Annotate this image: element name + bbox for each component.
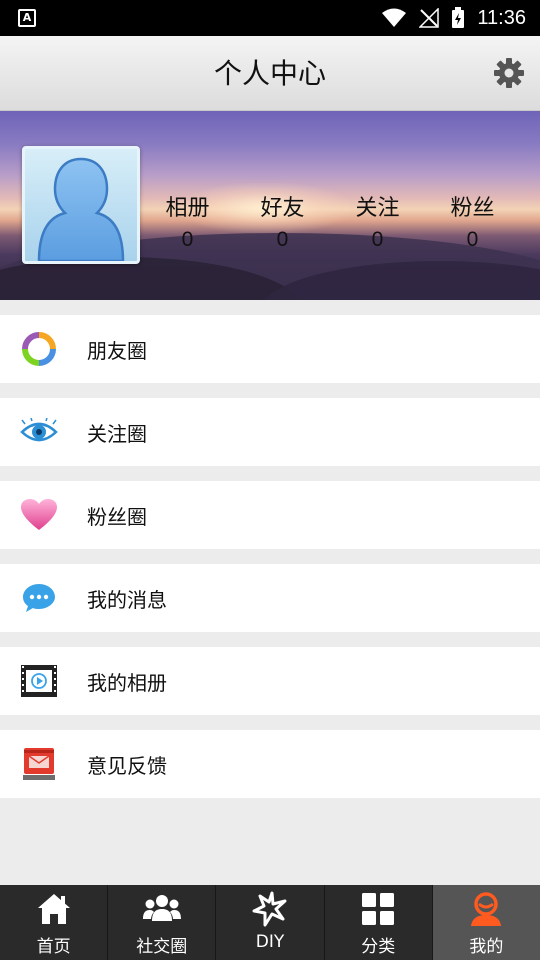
menu-item-following-circle[interactable]: 关注圈 (0, 398, 540, 466)
tab-label: 我的 (469, 937, 504, 957)
tab-mine[interactable]: 我的 (432, 885, 540, 960)
clock: 11:36 (477, 6, 526, 29)
avatar[interactable] (22, 146, 140, 264)
menu-item-moments[interactable]: 朋友圈 (0, 315, 540, 383)
no-signal-icon (419, 8, 440, 28)
tab-label: 分类 (361, 937, 396, 957)
stat-label: 粉丝 (450, 196, 495, 221)
tab-label: 首页 (36, 937, 71, 957)
grid-icon (359, 890, 397, 928)
heart-icon (19, 495, 59, 535)
menu-item-feedback[interactable]: 意见反馈 (0, 730, 540, 798)
stat-value: 0 (276, 228, 289, 251)
eye-icon (19, 412, 59, 452)
menu-item-fans-circle[interactable]: 粉丝圈 (0, 481, 540, 549)
stat-value: 0 (181, 228, 194, 251)
tab-label: 社交圈 (136, 937, 188, 957)
home-icon (35, 890, 73, 928)
profile-banner: 相册 0 好友 0 关注 0 粉丝 0 (0, 111, 540, 300)
group-icon (142, 890, 181, 928)
stat-label: 相册 (165, 196, 210, 221)
tab-label: DIY (255, 932, 285, 952)
stat-value: 0 (466, 228, 479, 251)
tab-categories[interactable]: 分类 (325, 885, 433, 960)
user-silhouette-icon (37, 157, 125, 261)
menu-item-label: 我的相册 (87, 670, 167, 695)
star-icon (251, 890, 289, 928)
mailbox-icon (19, 744, 59, 784)
bottom-navigation: 首页 社交圈 DIY 分类 我的 (0, 885, 540, 960)
stat-following[interactable]: 关注 0 (330, 193, 425, 263)
stat-friends[interactable]: 好友 0 (235, 193, 330, 263)
stat-label: 好友 (260, 196, 305, 221)
menu-item-my-albums[interactable]: 我的相册 (0, 647, 540, 715)
settings-button[interactable] (492, 56, 526, 90)
gear-icon (494, 58, 524, 88)
stat-label: 关注 (355, 196, 400, 221)
menu-item-messages[interactable]: 我的消息 (0, 564, 540, 632)
stat-albums[interactable]: 相册 0 (140, 193, 235, 263)
page-title: 个人中心 (213, 57, 326, 90)
status-bar: A 11:36 (0, 0, 540, 36)
tab-diy[interactable]: DIY (216, 885, 325, 960)
wifi-icon (382, 8, 407, 27)
app-header: 个人中心 (0, 36, 540, 111)
menu-item-label: 我的消息 (87, 587, 167, 612)
app-notification-icon: A (18, 9, 36, 27)
stat-value: 0 (371, 228, 384, 251)
film-strip-icon (19, 661, 59, 701)
profile-stats: 相册 0 好友 0 关注 0 粉丝 0 (140, 193, 540, 263)
tab-home[interactable]: 首页 (0, 885, 109, 960)
stat-followers[interactable]: 粉丝 0 (425, 193, 520, 263)
circle-arrows-icon (19, 329, 59, 369)
person-icon (467, 890, 505, 928)
menu-item-label: 粉丝圈 (87, 504, 147, 529)
tab-social[interactable]: 社交圈 (108, 885, 217, 960)
menu-item-label: 关注圈 (87, 421, 147, 446)
battery-charging-icon (452, 7, 465, 28)
chat-bubble-icon (19, 578, 59, 618)
menu-item-label: 朋友圈 (87, 338, 147, 363)
menu-item-label: 意见反馈 (87, 753, 167, 778)
